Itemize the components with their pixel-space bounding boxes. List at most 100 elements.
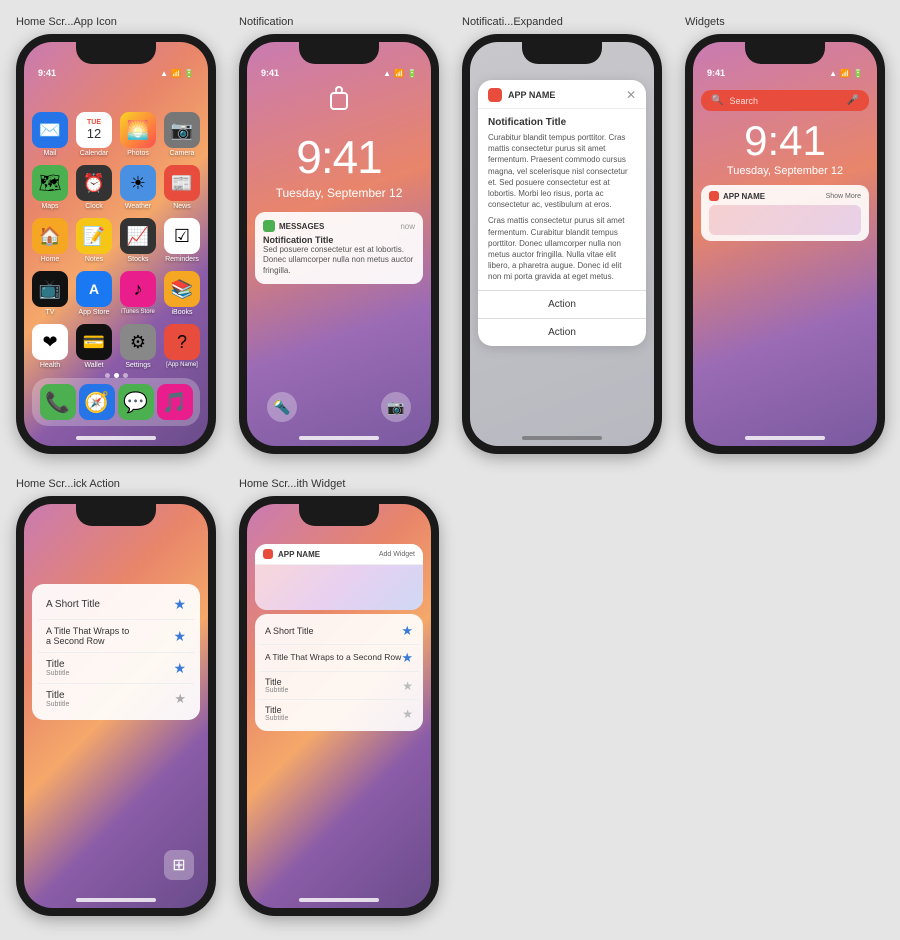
qa-item-3[interactable]: Title Subtitle ★ xyxy=(38,653,194,684)
cell-notif-expanded: Notificati...Expanded APP NAME ✕ xyxy=(462,16,677,454)
app-reminders[interactable]: ☑ Reminders xyxy=(164,218,200,263)
hw-item-title-3: Title xyxy=(265,677,402,687)
hw-item-4[interactable]: Title Subtitle ★ xyxy=(259,700,419,727)
dock-messages[interactable]: 💬 xyxy=(118,384,154,420)
hw-star-4: ★ xyxy=(402,707,413,721)
status-time: 9:41 xyxy=(38,68,56,78)
notch-widgets xyxy=(745,42,825,64)
hw-item3-text: Title Subtitle xyxy=(265,677,402,694)
cell-notification: Notification 9:41 ▲ 📶 🔋 xyxy=(239,16,454,454)
app-news[interactable]: 📰 News xyxy=(164,165,200,210)
qa-title-4: Title xyxy=(46,690,174,701)
hw-app-name: APP NAME xyxy=(278,550,379,559)
app-grid: ✉️ Mail TUE 12 Calendar xyxy=(24,82,208,377)
qa-item-2[interactable]: A Title That Wraps toa Second Row ★ xyxy=(38,620,194,653)
app-clock[interactable]: ⏰ Clock xyxy=(76,165,112,210)
phone-home-widget: APP NAME Add Widget A Short Title ★ xyxy=(239,496,439,916)
app-wallet[interactable]: 💳 Wallet xyxy=(76,324,112,369)
mic-icon-widgets: 🎤 xyxy=(847,95,859,106)
wifi-lock-icon: 📶 xyxy=(394,69,404,78)
app-appstore[interactable]: A App Store xyxy=(76,271,112,316)
app-photos[interactable]: 🌅 Photos xyxy=(120,112,156,157)
signal-lock-icon: ▲ xyxy=(383,69,391,78)
signal-icon: ▲ xyxy=(160,69,168,78)
notif-exp-text2: Cras mattis consectetur purus sit amet f… xyxy=(488,215,636,282)
notif-exp-appname: APP NAME xyxy=(508,90,626,100)
app-camera[interactable]: 📷 Camera xyxy=(164,112,200,157)
hw-item-2[interactable]: A Title That Wraps to a Second Row ★ xyxy=(259,645,419,672)
screen-home-widget: APP NAME Add Widget A Short Title ★ xyxy=(247,504,431,908)
qa-item-1[interactable]: A Short Title ★ xyxy=(38,590,194,620)
notif-time: now xyxy=(400,222,415,231)
notif-exp-title: Notification Title xyxy=(488,117,636,128)
cell-home-widget: Home Scr...ith Widget APP NAME Add Widge… xyxy=(239,478,454,916)
notif-title: Notification Title xyxy=(263,235,415,245)
notif-exp-close-btn[interactable]: ✕ xyxy=(626,88,636,102)
app-settings[interactable]: ⚙ Settings xyxy=(120,324,156,369)
home-indicator-3 xyxy=(522,436,602,440)
screen-homescreen: 9:41 ▲ 📶 🔋 ✉️ Mail xyxy=(24,42,208,446)
hw-star-2: ★ xyxy=(401,650,413,666)
app-health[interactable]: ❤ Health xyxy=(32,324,68,369)
dock-safari[interactable]: 🧭 xyxy=(79,384,115,420)
widget-card: APP NAME Show More xyxy=(701,185,869,241)
status-icons-widgets: ▲ 📶 🔋 xyxy=(829,69,863,78)
hw-icon xyxy=(263,549,273,559)
app-stocks[interactable]: 📈 Stocks xyxy=(120,218,156,263)
hw-add-widget-btn[interactable]: Add Widget xyxy=(379,551,415,558)
notification-banner[interactable]: MESSAGES now Notification Title Sed posu… xyxy=(255,212,423,284)
qa-item3-text: Title Subtitle xyxy=(46,659,173,677)
app-ibooks[interactable]: 📚 iBooks xyxy=(164,271,200,316)
home-indicator-4 xyxy=(745,436,825,440)
widget-date: Tuesday, September 12 xyxy=(693,165,877,177)
home-indicator-1 xyxy=(76,436,156,440)
label-notification: Notification xyxy=(239,16,293,28)
cell-homescreen: Home Scr...App Icon 9:41 ▲ 📶 🔋 xyxy=(16,16,231,454)
hw-item4-text: Title Subtitle xyxy=(265,705,402,722)
app-appname[interactable]: ? [App Name] xyxy=(164,324,200,369)
status-time-lock: 9:41 xyxy=(261,68,279,78)
battery-icon: 🔋 xyxy=(184,69,194,78)
notif-exp-header: APP NAME ✕ xyxy=(478,80,646,109)
app-itunes[interactable]: ♪ iTunes Store xyxy=(120,271,156,316)
lockscreen-content: 9:41 ▲ 📶 🔋 9:41 xyxy=(247,42,431,446)
screen-notification: 9:41 ▲ 📶 🔋 9:41 xyxy=(247,42,431,446)
lock-flashlight-icon[interactable]: 🔦 xyxy=(267,392,297,422)
app-notes[interactable]: 📝 Notes xyxy=(76,218,112,263)
qa-item-4[interactable]: Title Subtitle ★ xyxy=(38,684,194,714)
hw-item-1[interactable]: A Short Title ★ xyxy=(259,618,419,645)
notif-action2-btn[interactable]: Action xyxy=(478,318,646,346)
lock-icon xyxy=(330,92,348,110)
app-home[interactable]: 🏠 Home xyxy=(32,218,68,263)
app-weather[interactable]: ☀ Weather xyxy=(120,165,156,210)
exp-content: APP NAME ✕ Notification Title Curabitur … xyxy=(470,42,654,446)
hw-star-1: ★ xyxy=(401,623,413,639)
widget-show-more[interactable]: Show More xyxy=(826,193,861,200)
hw-star-3: ★ xyxy=(402,679,413,693)
qa-subtitle-3: Subtitle xyxy=(46,670,173,677)
battery-lock-icon: 🔋 xyxy=(407,69,417,78)
qa-star-1: ★ xyxy=(173,596,186,613)
widgets-search-bar[interactable]: 🔍 Search 🎤 xyxy=(701,90,869,111)
status-icons: ▲ 📶 🔋 xyxy=(160,69,194,78)
app-tv[interactable]: 📺 TV xyxy=(32,271,68,316)
dock-phone[interactable]: 📞 xyxy=(40,384,76,420)
hw-item-3[interactable]: Title Subtitle ★ xyxy=(259,672,419,700)
dock-music[interactable]: 🎵 xyxy=(157,384,193,420)
label-widgets: Widgets xyxy=(685,16,725,28)
hw-item-sub-3: Subtitle xyxy=(265,687,402,694)
notif-action1-btn[interactable]: Action xyxy=(478,290,646,318)
qa-widget-symbol: ⊞ xyxy=(172,855,185,875)
notif-app-icon xyxy=(263,220,275,232)
lock-camera-icon[interactable]: 📷 xyxy=(381,392,411,422)
phone-quick-action: A Short Title ★ A Title That Wraps toa S… xyxy=(16,496,216,916)
phone-homescreen: 9:41 ▲ 📶 🔋 ✉️ Mail xyxy=(16,34,216,454)
status-icons-lock: ▲ 📶 🔋 xyxy=(383,69,417,78)
screen-widgets: 9:41 ▲ 📶 🔋 🔍 Search 🎤 9 xyxy=(693,42,877,446)
home-indicator-6 xyxy=(299,898,379,902)
notif-body: Sed posuere consectetur est at lobortis.… xyxy=(263,245,415,276)
hw-widget-list: A Short Title ★ A Title That Wraps to a … xyxy=(255,614,423,731)
app-calendar[interactable]: TUE 12 Calendar xyxy=(76,112,112,157)
app-mail[interactable]: ✉️ Mail xyxy=(32,112,68,157)
app-maps[interactable]: 🗺 Maps xyxy=(32,165,68,210)
